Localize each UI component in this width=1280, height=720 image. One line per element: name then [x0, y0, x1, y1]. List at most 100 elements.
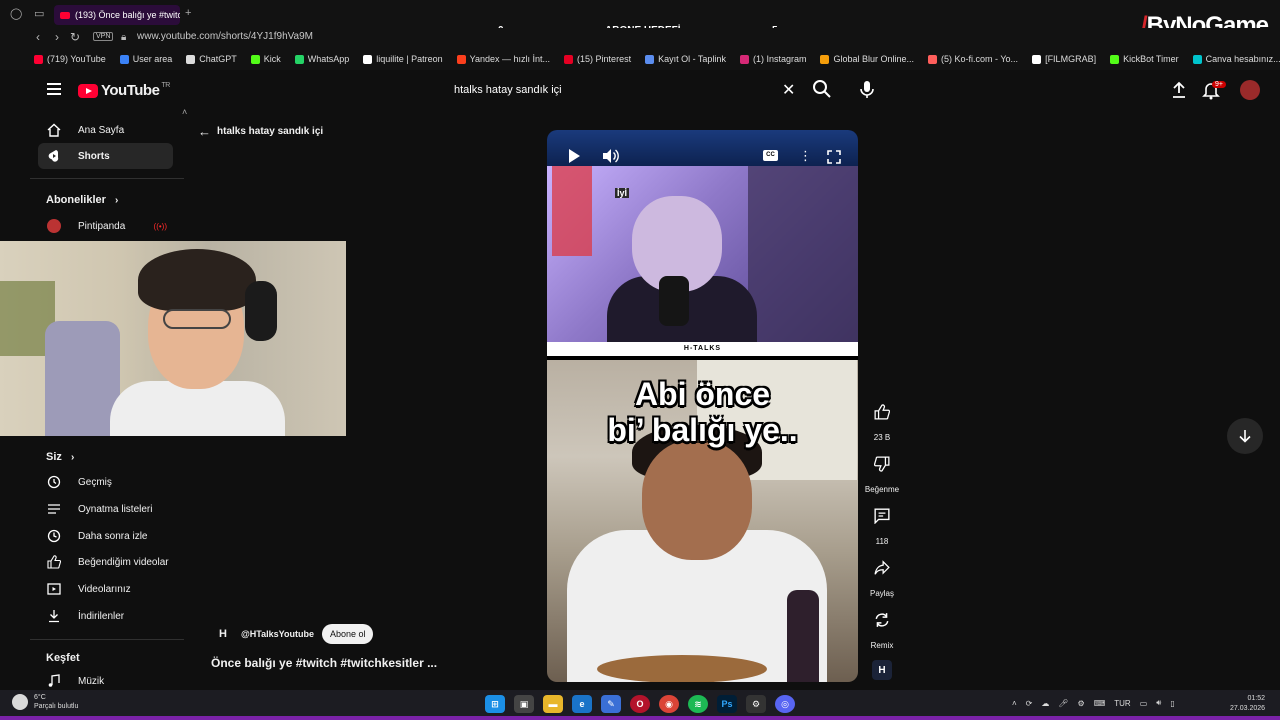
discord-icon[interactable]: ◎	[775, 695, 795, 713]
bookmark-label: (15) Pinterest	[577, 54, 632, 64]
system-clock[interactable]: 01:52 27.03.2026	[1230, 694, 1265, 714]
app-icon[interactable]: ✎	[601, 695, 621, 713]
avatar[interactable]	[1240, 80, 1260, 100]
display-icon[interactable]: ▭	[1140, 699, 1148, 708]
tab-manager-icon[interactable]: ▭	[34, 7, 44, 20]
bookmark-item[interactable]: (5) Ko-fi.com - Yo...	[928, 54, 1018, 64]
photoshop-icon[interactable]: Ps	[717, 695, 737, 713]
notification-badge: 9+	[1212, 81, 1226, 88]
system-tray: ˄ ⟳ ☁ 🎤︎ ⚙ ⌨ TUR ▭ 🔊︎ ▯	[1012, 698, 1175, 708]
comments-button[interactable]	[864, 498, 900, 534]
playlist-icon	[46, 501, 62, 517]
voice-search-icon[interactable]	[858, 77, 876, 101]
remix-action[interactable]: Remix	[864, 602, 900, 650]
back-to-results[interactable]: ← htalks hatay sandık içi	[198, 124, 323, 139]
sidebar-item-shorts[interactable]: Shorts	[38, 143, 173, 169]
fullscreen-icon[interactable]	[827, 150, 841, 164]
video-title[interactable]: Önce balığı ye #twitch #twitchkesitler .…	[211, 656, 437, 670]
dislike-action[interactable]: Beğenme	[864, 446, 900, 494]
file-explorer-icon[interactable]: ▬	[543, 695, 563, 713]
opera-icon[interactable]: O	[630, 695, 650, 713]
bookmark-item[interactable]: liquilite | Patreon	[363, 54, 443, 64]
bookmark-item[interactable]: WhatsApp	[294, 54, 349, 64]
sidebar-divider	[30, 639, 184, 640]
bookmark-item[interactable]: (719) YouTube	[34, 54, 106, 64]
bookmark-item[interactable]: Global Blur Online...	[820, 54, 914, 64]
bookmark-favicon-icon	[564, 54, 574, 64]
volume-tray-icon[interactable]: 🔊︎	[1156, 698, 1161, 708]
forward-nav-icon[interactable]: ›	[55, 30, 59, 44]
bookmark-item[interactable]: (1) Instagram	[739, 54, 806, 64]
weather-widget[interactable]: 6°C Parçalı bulutlu	[12, 693, 78, 711]
bookmark-item[interactable]: Kayıt Ol - Taplink	[645, 54, 726, 64]
channel-avatar[interactable]: H	[213, 624, 233, 644]
battery-icon[interactable]: ▯	[1170, 699, 1174, 708]
bookmark-item[interactable]: KickBot Timer	[1110, 54, 1179, 64]
subscriptions-heading[interactable]: Abonelikler ›	[46, 194, 118, 206]
back-nav-icon[interactable]: ‹	[36, 30, 40, 44]
keyboard-icon[interactable]: ⌨	[1094, 699, 1106, 708]
browser-tab-active[interactable]: (193) Önce balığı ye #twitc	[54, 5, 180, 25]
home-icon	[46, 122, 62, 138]
sidebar-item-pintipanda[interactable]: Pintipanda ((•))	[38, 213, 173, 239]
clear-search-icon[interactable]: ✕	[782, 80, 795, 100]
channel-name[interactable]: @HTalksYoutube	[241, 629, 314, 639]
search-icon[interactable]	[810, 77, 834, 101]
reload-icon[interactable]: ↻	[70, 30, 80, 44]
opera-logo-icon[interactable]: ◯	[10, 7, 22, 20]
bookmark-item[interactable]: [FILMGRAB]	[1032, 54, 1096, 64]
sidebar-item-liked-videos[interactable]: Beğendiğim videolar	[38, 549, 173, 575]
windows-start-icon[interactable]: ⊞	[485, 695, 505, 713]
next-video-button[interactable]	[1227, 418, 1263, 454]
menu-icon[interactable]	[47, 83, 61, 95]
comments-action[interactable]: 118	[864, 498, 900, 546]
shorts-player[interactable]: İyİ H-TALKS Abi önce bi’ balığı ye.. CC …	[547, 130, 858, 682]
search-input[interactable]: htalks hatay sandık içi	[444, 78, 802, 102]
bookmark-item[interactable]: Kick	[250, 54, 281, 64]
new-tab-icon[interactable]: +	[185, 7, 191, 19]
sidebar-item-playlists[interactable]: Oynatma listeleri	[38, 496, 173, 522]
bookmark-item[interactable]: (15) Pinterest	[564, 54, 631, 64]
like-action[interactable]: 23 B	[864, 394, 900, 442]
dislike-button[interactable]	[864, 446, 900, 482]
bookmark-item[interactable]: User area	[119, 54, 173, 64]
bookmark-favicon-icon	[928, 54, 938, 64]
bookmark-label: User area	[132, 54, 173, 64]
webcam-chair	[45, 321, 120, 436]
sidebar-item-watch-later[interactable]: Daha sonra izle	[38, 523, 173, 549]
bookmark-item[interactable]: Canva hesabınız...	[1192, 54, 1280, 64]
sidebar-item-history[interactable]: Geçmiş	[38, 469, 173, 495]
sync-icon[interactable]: ⟳	[1026, 699, 1033, 708]
youtube-logo[interactable]: YouTube TR	[78, 82, 170, 99]
remix-button[interactable]	[864, 602, 900, 638]
network-settings-icon[interactable]: ⚙	[1078, 699, 1085, 708]
subscribe-button[interactable]: Abone ol	[321, 624, 374, 644]
share-button[interactable]	[864, 550, 900, 586]
play-icon[interactable]	[567, 148, 581, 164]
steam-icon[interactable]: ⚙	[746, 695, 766, 713]
mic-tray-icon[interactable]: 🎤︎	[1058, 699, 1068, 708]
cloud-icon[interactable]: ☁	[1041, 699, 1049, 708]
captions-icon[interactable]: CC	[763, 150, 778, 161]
channel-avatar-small[interactable]: H	[872, 660, 892, 680]
bookmark-item[interactable]: Yandex — hızlı İnt...	[456, 54, 550, 64]
volume-icon[interactable]	[602, 148, 620, 164]
url-text[interactable]: www.youtube.com/shorts/4YJ1f9hVa9M	[137, 31, 313, 42]
spotify-icon[interactable]: ≋	[688, 695, 708, 713]
you-heading[interactable]: Siz ›	[46, 451, 74, 463]
share-action[interactable]: Paylaş	[864, 550, 900, 598]
like-button[interactable]	[864, 394, 900, 430]
bookmark-item[interactable]: ChatGPT	[186, 54, 237, 64]
edge-icon[interactable]: e	[572, 695, 592, 713]
more-options-icon[interactable]: ⋮	[799, 148, 812, 164]
chrome-icon[interactable]: ◉	[659, 695, 679, 713]
upload-icon[interactable]	[1170, 80, 1188, 100]
vpn-badge[interactable]: VPN	[93, 32, 114, 41]
task-view-icon[interactable]: ▣	[514, 695, 534, 713]
sidebar-item-your-videos[interactable]: Videolarınız	[38, 576, 173, 602]
tray-chevron-icon[interactable]: ˄	[1012, 699, 1017, 708]
sidebar-item-downloads[interactable]: İndirilenler	[38, 603, 173, 629]
sidebar-item-home[interactable]: Ana Sayfa	[38, 117, 173, 143]
video-icon	[46, 581, 62, 597]
language-indicator[interactable]: TUR	[1114, 699, 1130, 708]
